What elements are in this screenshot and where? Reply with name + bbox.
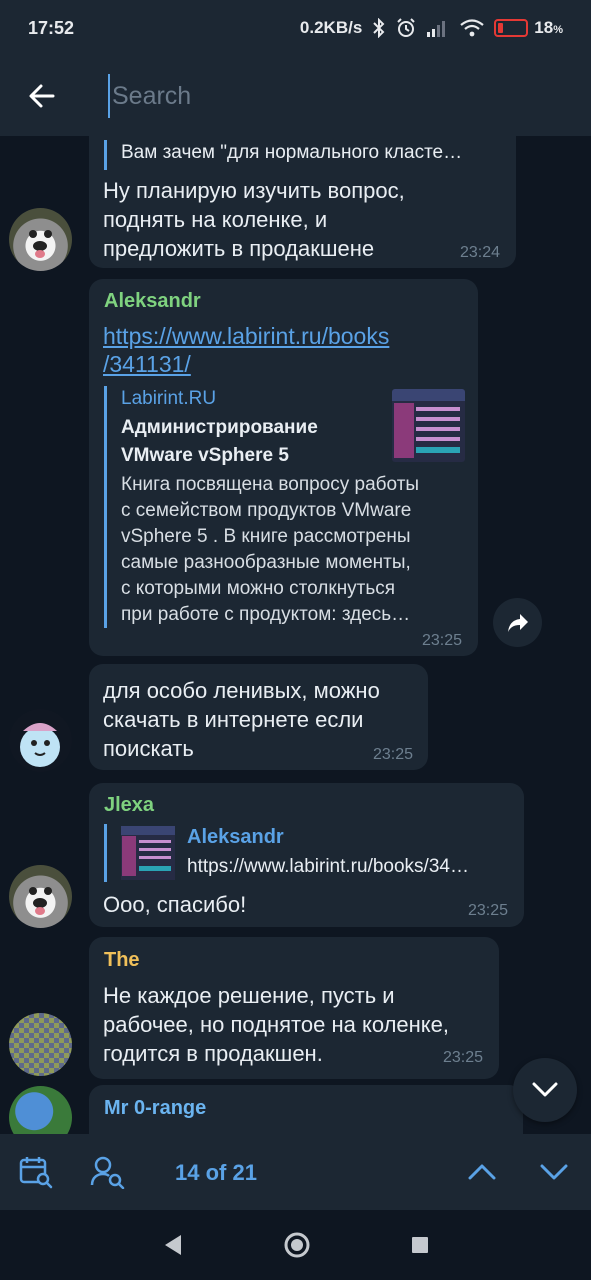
system-recents-button[interactable] — [405, 1230, 435, 1260]
preview-thumbnail[interactable] — [392, 389, 465, 462]
bluetooth-icon — [372, 18, 386, 38]
search-by-member-button[interactable] — [90, 1154, 126, 1190]
message-time: 23:25 — [468, 902, 509, 919]
link-line-2[interactable]: /341131/ — [103, 350, 389, 378]
reply-thumbnail — [121, 826, 175, 880]
system-navigation-bar — [0, 1210, 591, 1280]
battery-indicator: 18% — [494, 18, 563, 38]
search-navigation-bar: 14 of 21 — [0, 1134, 591, 1210]
calendar-search-icon — [19, 1157, 53, 1189]
system-back-button[interactable] — [158, 1230, 188, 1260]
search-result-counter: 14 of 21 — [175, 1160, 257, 1185]
sender-name[interactable]: The — [104, 949, 140, 972]
reply-quote-text: Вам зачем "для нормального класте… — [121, 142, 463, 163]
reply-preview[interactable]: Aleksandr https://www.labirint.ru/books/… — [104, 824, 510, 882]
forward-icon — [507, 613, 528, 632]
network-speed: 0.2KB/s — [299, 18, 363, 37]
alarm-icon — [396, 18, 416, 38]
battery-fill — [498, 23, 504, 33]
status-time: 17:52 — [28, 17, 75, 38]
back-button[interactable] — [0, 56, 84, 136]
message-text: Ну планирую изучить вопрос, поднять на к… — [103, 178, 405, 261]
message-time: 23:25 — [373, 746, 414, 763]
avatar[interactable] — [9, 1013, 72, 1076]
scroll-down-button[interactable] — [513, 1058, 577, 1122]
sender-name[interactable]: Aleksandr — [104, 290, 201, 313]
circle-home-icon — [284, 1232, 310, 1258]
chevron-down-icon — [532, 1082, 558, 1097]
previous-result-button[interactable] — [464, 1154, 500, 1190]
reply-author: Aleksandr — [187, 826, 284, 848]
husky-avatar-image — [29, 887, 52, 915]
husky-avatar-image — [29, 230, 52, 258]
avatar[interactable] — [9, 865, 72, 928]
next-result-button[interactable] — [536, 1154, 572, 1190]
chat-messages[interactable]: Вам зачем "для нормального класте… Ну пл… — [0, 136, 591, 1134]
reply-text: https://www.labirint.ru/books/34… — [187, 856, 469, 877]
arrow-left-icon — [29, 84, 55, 108]
user-search-icon — [90, 1156, 125, 1189]
wifi-icon — [460, 19, 484, 37]
message-time: 23:25 — [443, 1049, 484, 1066]
battery-icon — [494, 19, 529, 37]
chevron-up-icon — [468, 1164, 496, 1180]
message-text: Ооо, спасибо! — [103, 892, 247, 917]
avatar[interactable] — [9, 709, 72, 772]
chevron-down-icon — [540, 1164, 568, 1180]
share-button[interactable] — [493, 598, 542, 647]
sender-name[interactable]: Mr 0-range — [104, 1097, 206, 1120]
search-input[interactable] — [108, 74, 548, 118]
reply-quote[interactable]: Вам зачем "для нормального класте… — [104, 140, 504, 170]
search-bar — [0, 56, 591, 136]
avatar[interactable] — [9, 208, 72, 271]
status-bar: 17:52 0.2KB/s 18% — [0, 0, 591, 56]
cartoon-avatar-image — [20, 723, 60, 767]
message-time: 23:25 — [422, 632, 463, 649]
sender-name[interactable]: Jlexa — [104, 794, 154, 817]
message-link[interactable]: https://www.labirint.ru/books /341131/ — [103, 322, 389, 378]
signal-icon — [426, 19, 450, 37]
avatar[interactable] — [9, 1086, 72, 1134]
square-recents-icon — [412, 1237, 428, 1253]
message-time: 23:24 — [460, 244, 501, 261]
system-home-button[interactable] — [282, 1230, 312, 1260]
status-icons: 0.2KB/s 18% — [300, 18, 563, 38]
triangle-back-icon — [165, 1235, 181, 1255]
preview-description: Книга посвящена вопросу работы с семейст… — [121, 474, 420, 625]
search-by-date-button[interactable] — [18, 1154, 54, 1190]
link-line-1[interactable]: https://www.labirint.ru/books — [103, 322, 389, 350]
battery-unit: % — [553, 24, 563, 36]
battery-percent: 18 — [534, 18, 554, 37]
